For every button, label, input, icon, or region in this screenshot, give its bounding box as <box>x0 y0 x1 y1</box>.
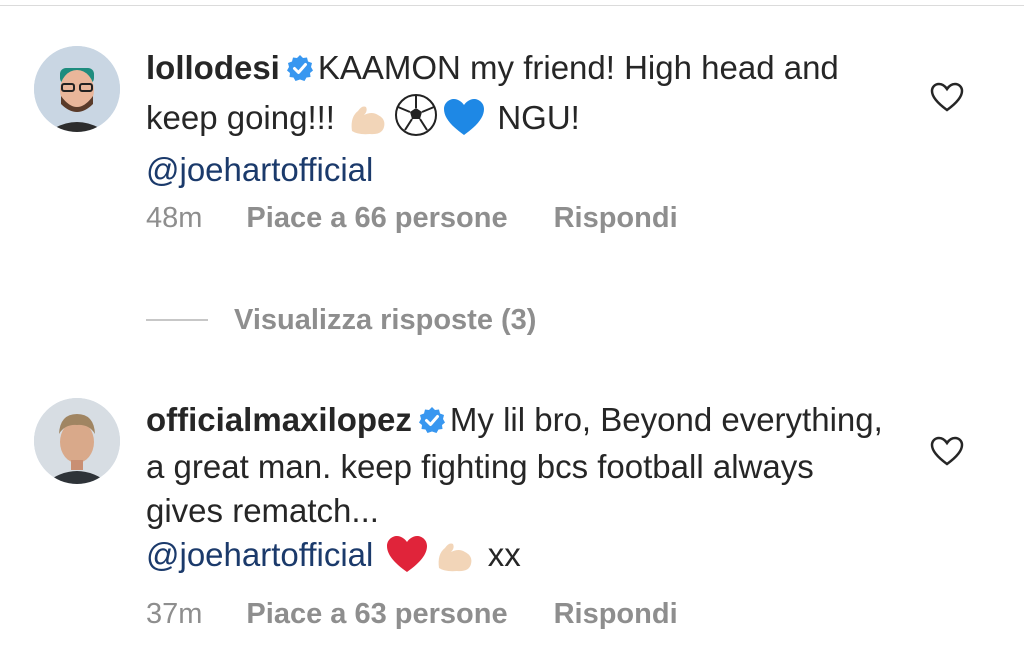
flexed-biceps-emoji-icon <box>433 534 477 585</box>
red-heart-emoji-icon <box>385 534 429 585</box>
likes-count-link[interactable]: Piace a 63 persone <box>246 598 507 630</box>
likes-count-link[interactable]: Piace a 66 persone <box>246 202 507 234</box>
avatar[interactable] <box>34 398 120 484</box>
comment-body-end: xx <box>487 536 521 573</box>
view-replies-label: Visualizza risposte (3) <box>234 303 537 336</box>
comment-meta: 37m Piace a 63 persone Rispondi <box>146 598 678 631</box>
verified-badge-icon <box>286 49 314 93</box>
like-heart-icon[interactable] <box>930 436 964 466</box>
mention-link[interactable]: @joehartofficial <box>146 151 373 188</box>
comment-time: 37m <box>146 598 203 630</box>
comment-text: lollodesi KAAMON my friend! High head and… <box>146 46 886 192</box>
like-heart-icon[interactable] <box>930 82 964 112</box>
replies-divider <box>146 319 208 321</box>
comment-time: 48m <box>146 202 203 234</box>
view-replies-button[interactable]: Visualizza risposte (3) <box>146 298 536 342</box>
comment-username[interactable]: lollodesi <box>146 49 280 86</box>
comment-meta: 48m Piace a 66 persone Rispondi <box>146 202 678 235</box>
soccer-ball-emoji-icon <box>394 93 438 148</box>
top-divider <box>0 5 1024 6</box>
comment-text: officialmaxilopez My lil bro, Beyond ever… <box>146 398 886 585</box>
reply-button[interactable]: Rispondi <box>554 202 678 234</box>
verified-badge-icon <box>418 401 446 445</box>
mention-link[interactable]: @joehartofficial <box>146 536 373 573</box>
comment-username[interactable]: officialmaxilopez <box>146 401 412 438</box>
blue-heart-emoji-icon <box>442 97 486 148</box>
avatar[interactable] <box>34 46 120 132</box>
reply-button[interactable]: Rispondi <box>554 598 678 630</box>
flexed-biceps-emoji-icon <box>346 97 390 148</box>
comment-body-end: NGU! <box>497 99 580 136</box>
